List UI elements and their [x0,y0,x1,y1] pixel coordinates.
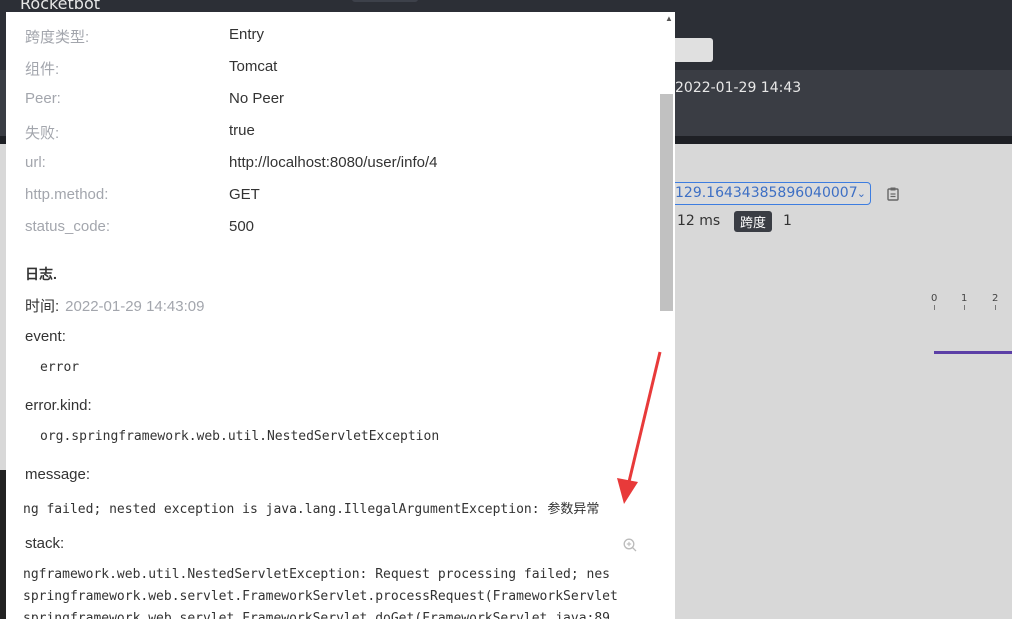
timeline-tick-mark [995,305,996,310]
tag-value: No Peer [229,90,285,107]
tag-key: url: [25,154,46,171]
span-badge: 跨度 [734,211,773,232]
log-time: 时间: 2022-01-29 14:43:09 [25,295,204,316]
trace-start-time: 2022-01-29 14:43 [675,80,802,96]
logs-heading: 日志. [25,266,57,282]
span-timeline-bar[interactable] [934,351,1012,354]
tag-key: status_code: [25,218,111,235]
event-value: error [40,360,80,375]
trace-id-value: 129.16434385896040007 [675,185,858,201]
span-count: 1 [783,213,792,229]
tag-key: http.method: [25,186,109,203]
tag-key: 组件: [25,61,60,78]
stack-line: springframework.web.servlet.FrameworkSer… [23,589,618,604]
scrollbar-thumb[interactable] [660,94,673,311]
log-time-label: 时间: [25,298,60,315]
tag-value: GET [229,186,260,203]
timeline-tick: 2 [992,293,999,304]
tag-value: Tomcat [229,58,278,75]
clipboard-icon[interactable] [887,187,899,201]
event-key: event: [25,328,66,345]
timeline-tick-mark [964,305,965,310]
error-kind-key: error.kind: [25,397,92,414]
trace-duration: 12 ms [677,213,721,229]
stack-line: ngframework.web.util.NestedServletExcept… [23,567,610,582]
zoom-in-icon[interactable] [623,538,637,552]
scroll-up-arrow-icon[interactable]: ▲ [664,14,674,24]
chevron-down-icon: ⌄ [856,187,866,200]
stack-line: springframework.web.servlet.FrameworkSer… [23,611,610,619]
tag-key: Peer: [25,90,61,107]
tag-value: http://localhost:8080/user/info/4 [229,154,438,171]
tag-value: Entry [229,26,265,43]
tag-value: 500 [229,218,255,235]
timeline-tick: 1 [961,293,968,304]
timeline-tick-mark [934,305,935,310]
trace-id-select[interactable]: 129.16434385896040007 ⌄ [664,182,871,205]
tag-key: 失败: [25,125,60,142]
message-value: ng failed; nested exception is java.lang… [23,502,600,517]
tag-key: 跨度类型: [25,29,90,46]
topbar-tab[interactable] [352,0,418,2]
error-kind-value: org.springframework.web.util.NestedServl… [40,429,440,444]
tag-value: true [229,122,255,139]
message-key: message: [25,466,91,483]
stack-key: stack: [25,535,65,552]
log-time-value: 2022-01-29 14:43:09 [65,298,205,315]
timeline-tick: 0 [931,293,938,304]
span-detail-panel: ▲ 跨度类型: Entry 组件: Tomcat Peer: No Peer 失… [6,12,675,619]
